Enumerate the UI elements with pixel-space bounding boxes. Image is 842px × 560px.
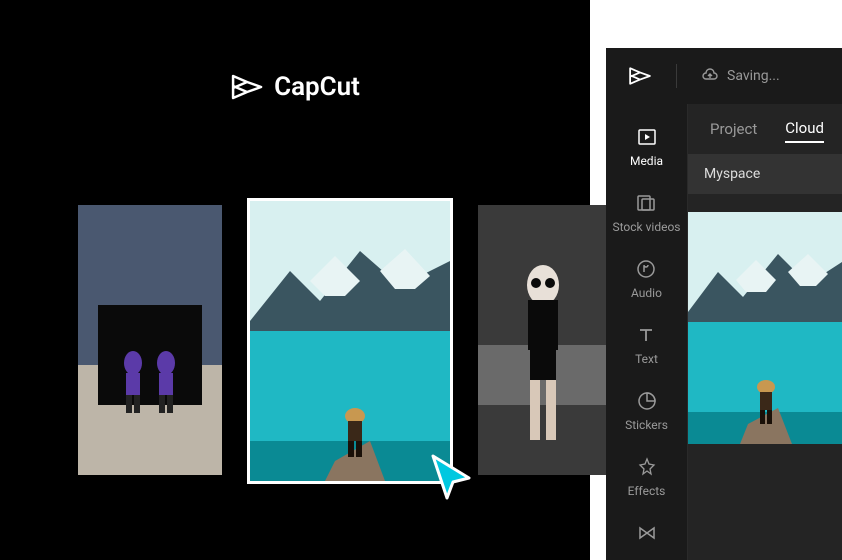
tab-cloud[interactable]: Cloud xyxy=(785,115,824,143)
tab-project[interactable]: Project xyxy=(710,116,757,142)
media-icon xyxy=(636,126,658,148)
rail-effects[interactable]: Effects xyxy=(628,448,666,506)
space-label: Myspace xyxy=(704,166,760,182)
saving-label: Saving... xyxy=(727,68,780,84)
rail-media[interactable]: Media xyxy=(630,118,663,176)
media-content: Project Cloud Myspace xyxy=(688,104,842,560)
gallery-thumb-selected[interactable] xyxy=(250,201,450,481)
text-icon xyxy=(635,324,657,346)
rail-label: Effects xyxy=(628,484,666,498)
rail-label: Stickers xyxy=(625,418,668,432)
rail-label: Media xyxy=(630,154,663,168)
app-logo: CapCut xyxy=(230,72,360,102)
transitions-icon xyxy=(636,522,658,544)
rail-stickers[interactable]: Stickers xyxy=(625,382,668,440)
rail-stock-videos[interactable]: Stock videos xyxy=(612,184,680,242)
stickers-icon xyxy=(636,390,658,412)
cloud-media-thumb[interactable] xyxy=(688,212,842,444)
editor-header: Saving... xyxy=(606,48,842,104)
capcut-logo-icon xyxy=(230,73,264,101)
gallery-thumb[interactable] xyxy=(78,205,222,475)
main-panel: CapCut xyxy=(0,0,590,560)
rail-audio[interactable]: Audio xyxy=(631,250,662,308)
effects-icon xyxy=(636,456,658,478)
saving-indicator: Saving... xyxy=(701,67,780,85)
cursor-icon xyxy=(425,450,479,504)
space-selector[interactable]: Myspace xyxy=(688,154,842,194)
media-tabs: Project Cloud xyxy=(688,104,842,154)
audio-icon xyxy=(635,258,657,280)
app-logo-text: CapCut xyxy=(274,72,360,102)
capcut-logo-icon xyxy=(628,66,652,86)
rail-transitions[interactable] xyxy=(636,514,658,552)
divider xyxy=(676,64,677,88)
rail-label: Audio xyxy=(631,286,662,300)
rail-text[interactable]: Text xyxy=(635,316,658,374)
media-gallery xyxy=(78,205,608,481)
cloud-upload-icon xyxy=(701,67,719,85)
gallery-thumb[interactable] xyxy=(478,205,608,475)
stock-icon xyxy=(635,192,657,214)
editor-panel: Saving... Media Stock videos Audio Te xyxy=(606,48,842,560)
rail-label: Text xyxy=(635,352,658,366)
rail-label: Stock videos xyxy=(612,220,680,234)
tool-rail: Media Stock videos Audio Text Stickers xyxy=(606,104,688,560)
